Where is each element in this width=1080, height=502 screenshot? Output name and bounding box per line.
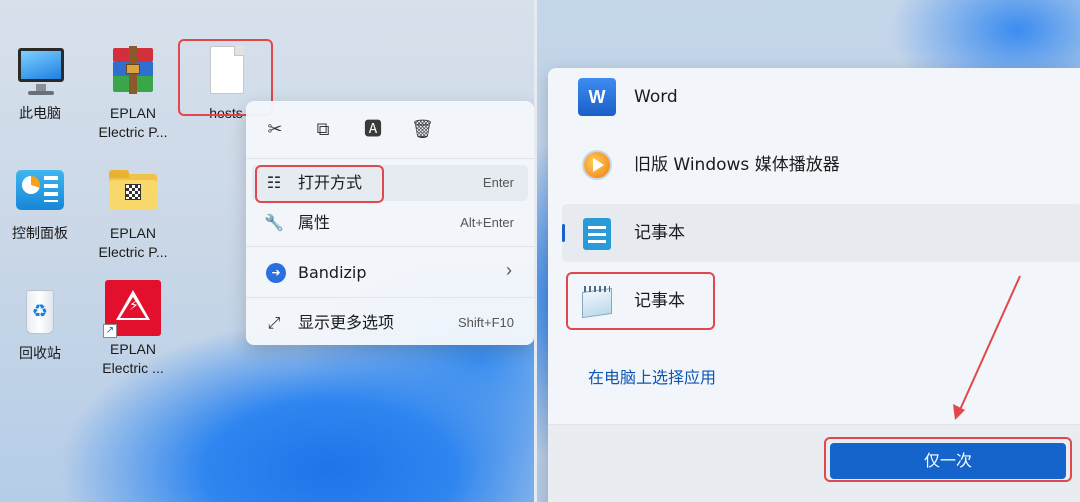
context-menu: ✂ ⧉ 🅰 🗑 ☷ 打开方式 Enter 🔧 属性 Alt+Enter ➜ Ba… xyxy=(246,101,534,345)
menu-item-shortcut: Enter xyxy=(482,175,514,190)
menu-item-bandizip[interactable]: ➜ Bandizip › xyxy=(252,255,528,291)
menu-item-label: 属性 xyxy=(298,213,331,232)
bandizip-icon: ➜ xyxy=(266,263,286,283)
desktop-icon-label: 控制面板 xyxy=(12,225,68,241)
wrench-icon: 🔧 xyxy=(264,213,284,232)
archive-icon xyxy=(105,44,161,100)
quick-action-bar: ✂ ⧉ 🅰 🗑 xyxy=(246,101,534,159)
desktop-icon-this-pc[interactable]: 此电脑 xyxy=(0,44,80,123)
more-options-icon: ⤢ xyxy=(267,313,281,332)
folder-icon xyxy=(105,164,161,220)
desktop-icon-label: EPLAN Electric ... xyxy=(102,341,164,376)
desktop-icon-eplan-archive[interactable]: EPLAN Electric P... xyxy=(93,44,173,142)
menu-separator xyxy=(246,246,534,247)
highlight-open-with xyxy=(255,165,384,203)
desktop-icon-label: 此电脑 xyxy=(19,105,61,121)
desktop-icon-eplan-shortcut[interactable]: ⚡ ↗ EPLAN Electric ... xyxy=(93,280,173,378)
desktop-icon-recycle-bin[interactable]: ♻ 回收站 xyxy=(0,284,80,363)
menu-item-label: Bandizip xyxy=(298,263,367,282)
copy-icon[interactable]: ⧉ xyxy=(312,119,334,141)
delete-icon[interactable]: 🗑 xyxy=(411,119,434,141)
desktop: 此电脑 EPLAN Electric P... hosts 控制面板 EPLAN… xyxy=(0,0,534,502)
menu-item-shortcut: Alt+Enter xyxy=(460,215,514,230)
desktop-icon-label: EPLAN Electric P... xyxy=(98,105,168,140)
recycle-bin-icon: ♻ xyxy=(12,284,68,340)
menu-item-show-more[interactable]: ⤢ 显示更多选项 Shift+F10 xyxy=(252,305,528,341)
menu-item-properties[interactable]: 🔧 属性 Alt+Enter xyxy=(252,205,528,241)
desktop-icon-eplan-folder[interactable]: EPLAN Electric P... xyxy=(93,164,173,262)
menu-item-label: 显示更多选项 xyxy=(298,313,395,332)
rename-icon[interactable]: 🅰 xyxy=(362,119,384,141)
shortcut-arrow-icon: ↗ xyxy=(103,324,117,338)
menu-separator xyxy=(246,297,534,298)
computer-icon xyxy=(12,44,68,100)
eplan-icon: ⚡ ↗ xyxy=(103,280,161,338)
desktop-icon-control-panel[interactable]: 控制面板 xyxy=(0,164,80,243)
menu-item-shortcut: Shift+F10 xyxy=(457,315,514,330)
desktop-icon-label: 回收站 xyxy=(19,345,61,361)
cut-icon[interactable]: ✂ xyxy=(264,119,286,141)
annotation-arrow xyxy=(953,275,1021,420)
desktop-icon-label: EPLAN Electric P... xyxy=(98,225,168,260)
control-panel-icon xyxy=(12,164,68,220)
open-with-panel: W Word 旧版 Windows 媒体播放器 记事本 记事本 在电脑上选择应用… xyxy=(537,0,1080,502)
chevron-right-icon: › xyxy=(506,260,512,280)
